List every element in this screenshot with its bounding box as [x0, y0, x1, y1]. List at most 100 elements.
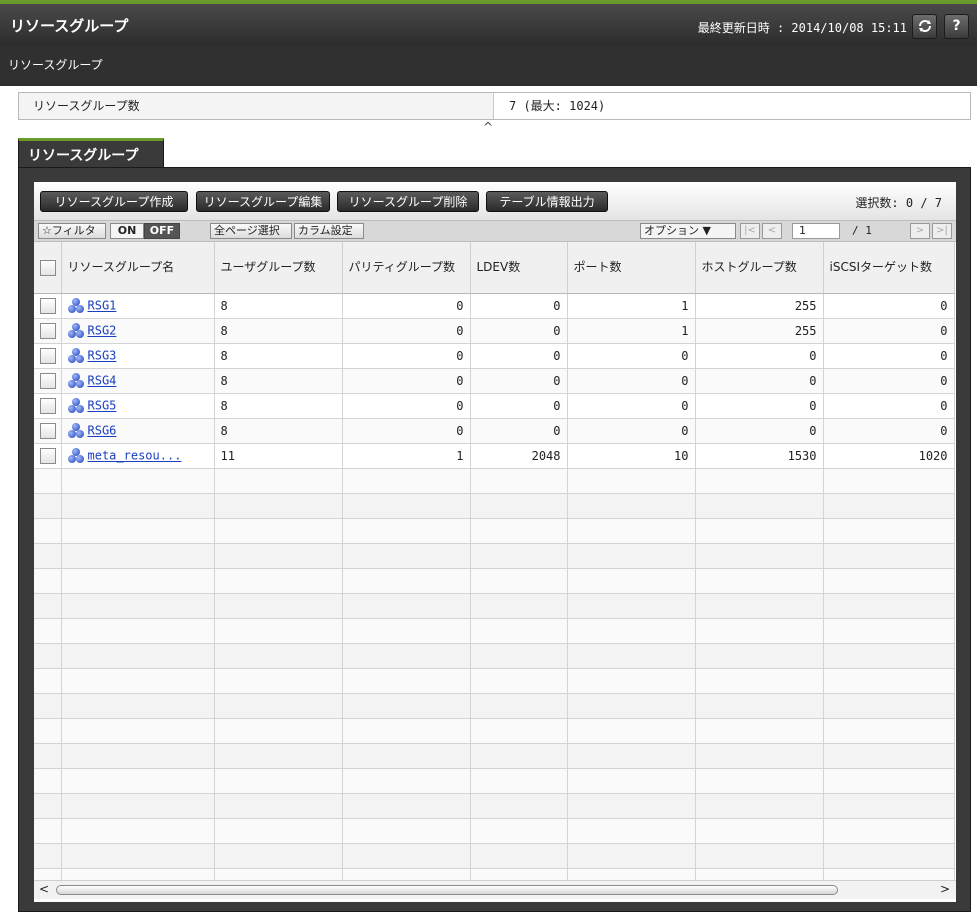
empty-cell — [214, 493, 343, 519]
summary-value: 7 (最大: 1024) — [509, 99, 606, 113]
empty-cell — [342, 868, 471, 880]
empty-cell — [342, 643, 471, 669]
row-checkbox[interactable] — [40, 398, 56, 414]
resource-group-link[interactable]: RSG5 — [88, 399, 117, 413]
create-resource-group-button[interactable]: リソースグループ作成 — [40, 191, 188, 212]
select-all-checkbox[interactable] — [40, 259, 56, 276]
resource-group-link[interactable]: RSG1 — [88, 299, 117, 313]
resource-group-link[interactable]: meta_resou... — [88, 449, 182, 463]
row-checkbox-cell[interactable] — [34, 293, 62, 319]
empty-row — [34, 818, 955, 844]
row-checkbox[interactable] — [40, 448, 56, 464]
empty-cell — [342, 743, 471, 769]
resource-group-icon — [67, 323, 84, 339]
prev-page-icon[interactable]: < — [762, 223, 782, 239]
collapse-caret-icon[interactable]: ^ — [483, 120, 493, 134]
empty-cell — [34, 668, 62, 694]
cell-count: 0 — [470, 393, 568, 419]
resource-group-link[interactable]: RSG6 — [88, 424, 117, 438]
row-checkbox-cell[interactable] — [34, 318, 62, 344]
table-row[interactable]: RSG4 8 0 0 0 0 0 — [34, 368, 955, 394]
export-table-button[interactable]: テーブル情報出力 — [486, 191, 608, 212]
row-checkbox-cell[interactable] — [34, 418, 62, 444]
next-page-icon[interactable]: > — [910, 223, 930, 239]
help-button[interactable]: ? — [944, 14, 969, 39]
first-page-icon[interactable]: |< — [740, 223, 760, 239]
resource-group-icon — [67, 348, 84, 364]
row-checkbox-cell[interactable] — [34, 443, 62, 469]
edit-resource-group-button[interactable]: リソースグループ編集 — [196, 191, 330, 212]
row-checkbox[interactable] — [40, 348, 56, 364]
resource-group-link[interactable]: RSG3 — [88, 349, 117, 363]
cell-count: 0 — [823, 368, 955, 394]
row-checkbox[interactable] — [40, 373, 56, 389]
select-all-checkbox-cell[interactable] — [34, 242, 62, 294]
resource-group-link[interactable]: RSG4 — [88, 374, 117, 388]
col-parity-group-count[interactable]: パリティグループ数 — [342, 242, 471, 294]
table-row[interactable]: RSG6 8 0 0 0 0 0 — [34, 418, 955, 444]
row-checkbox[interactable] — [40, 323, 56, 339]
resource-group-panel: リソースグループ リソースグループ作成 リソースグループ編集 リソースグループ削… — [0, 134, 977, 918]
empty-cell — [567, 618, 696, 644]
cell-count: 10 — [567, 443, 696, 469]
column-settings-button[interactable]: カラム設定 — [294, 223, 364, 239]
empty-cell — [34, 768, 62, 794]
col-ldev-count[interactable]: LDEV数 — [470, 242, 568, 294]
empty-cell — [567, 818, 696, 844]
table-row[interactable]: RSG1 8 0 0 1 255 0 — [34, 293, 955, 319]
cell-resource-group-name[interactable]: RSG6 — [61, 418, 215, 444]
select-all-pages-button[interactable]: 全ページ選択 — [210, 223, 292, 239]
empty-cell — [61, 768, 215, 794]
refresh-button[interactable] — [912, 14, 937, 39]
scroll-left-icon[interactable]: < — [39, 882, 49, 896]
row-checkbox-cell[interactable] — [34, 343, 62, 369]
table-row[interactable]: meta_resou... 11 1 2048 10 1530 1020 — [34, 443, 955, 469]
title-bar: リソースグループ 最終更新日時 : 2014/10/08 15:11 ? — [0, 4, 977, 46]
cell-resource-group-name[interactable]: RSG3 — [61, 343, 215, 369]
row-checkbox-cell[interactable] — [34, 368, 62, 394]
empty-cell — [34, 518, 62, 544]
empty-cell — [823, 843, 955, 869]
empty-cell — [61, 818, 215, 844]
empty-cell — [470, 643, 568, 669]
cell-resource-group-name[interactable]: RSG2 — [61, 318, 215, 344]
cell-resource-group-name[interactable]: meta_resou... — [61, 443, 215, 469]
col-iscsi-target-count[interactable]: iSCSIターゲット数 — [823, 242, 955, 294]
empty-cell — [695, 668, 824, 694]
cell-resource-group-name[interactable]: RSG5 — [61, 393, 215, 419]
table-row[interactable]: RSG3 8 0 0 0 0 0 — [34, 343, 955, 369]
cell-resource-group-name[interactable]: RSG4 — [61, 368, 215, 394]
col-port-count[interactable]: ポート数 — [567, 242, 696, 294]
empty-cell — [470, 468, 568, 494]
empty-cell — [342, 668, 471, 694]
filter-button[interactable]: ☆フィルタ — [38, 223, 106, 239]
empty-cell — [567, 493, 696, 519]
options-dropdown[interactable]: オプション ▼ — [640, 223, 736, 239]
col-user-group-count[interactable]: ユーザグループ数 — [214, 242, 343, 294]
row-checkbox[interactable] — [40, 423, 56, 439]
row-checkbox-cell[interactable] — [34, 393, 62, 419]
col-host-group-count[interactable]: ホストグループ数 — [695, 242, 824, 294]
table-row[interactable]: RSG5 8 0 0 0 0 0 — [34, 393, 955, 419]
last-page-icon[interactable]: >| — [932, 223, 952, 239]
empty-cell — [214, 718, 343, 744]
scroll-right-icon[interactable]: > — [940, 882, 950, 896]
delete-resource-group-button[interactable]: リソースグループ削除 — [337, 191, 479, 212]
empty-cell — [470, 693, 568, 719]
resource-group-link[interactable]: RSG2 — [88, 324, 117, 338]
cell-count: 0 — [823, 318, 955, 344]
table-row[interactable]: RSG2 8 0 0 1 255 0 — [34, 318, 955, 344]
empty-cell — [695, 818, 824, 844]
tab-resource-groups[interactable]: リソースグループ — [18, 138, 164, 168]
empty-cell — [567, 643, 696, 669]
row-checkbox[interactable] — [40, 298, 56, 314]
empty-cell — [823, 743, 955, 769]
page-number-input[interactable]: 1 — [792, 223, 840, 239]
col-resource-group-name[interactable]: リソースグループ名 — [61, 242, 215, 294]
filter-off-toggle[interactable]: OFF — [144, 223, 180, 239]
filter-on-toggle[interactable]: ON — [110, 223, 144, 239]
empty-cell — [823, 818, 955, 844]
horizontal-scrollbar[interactable]: < > — [34, 880, 956, 899]
scroll-thumb[interactable] — [56, 885, 838, 895]
cell-resource-group-name[interactable]: RSG1 — [61, 293, 215, 319]
